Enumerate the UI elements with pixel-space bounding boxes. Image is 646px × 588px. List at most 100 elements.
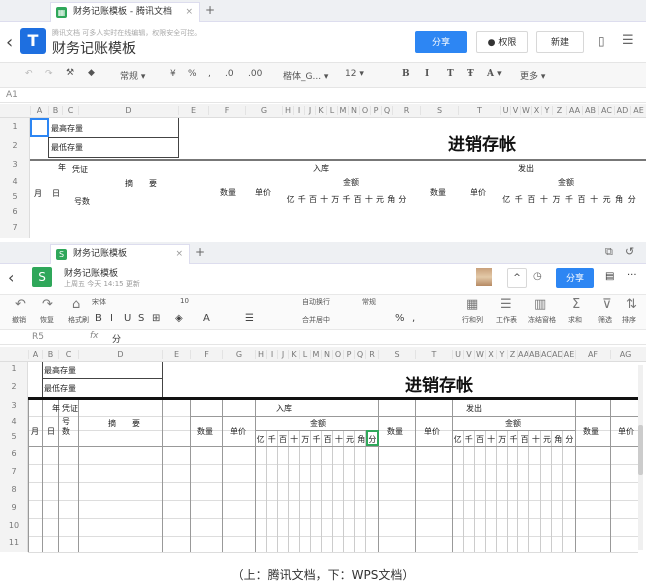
new-button[interactable]: 新建 [536,31,584,53]
restore-icon[interactable]: ↺ [625,245,634,258]
column-header-H[interactable]: H [282,106,293,115]
share-button[interactable]: 分享 [415,31,467,53]
selected-cell[interactable] [30,118,49,137]
font-size-dropdown[interactable]: 12 ▾ [345,69,364,79]
cell-price[interactable]: 单价 [230,426,246,437]
row-header-7[interactable]: 7 [0,223,30,232]
column-header-AB[interactable]: AB [582,106,598,115]
collaborate-icon[interactable]: ▤ [605,271,614,282]
italic-button[interactable]: I [110,313,113,324]
font-color-button[interactable]: A ▾ [487,69,502,79]
column-header-X[interactable]: X [485,349,496,359]
cell-amount[interactable]: 金额 [505,418,521,429]
column-header-F[interactable]: F [208,106,245,115]
cell-year[interactable]: 年 [58,162,66,173]
cell-title[interactable]: 进销存帐 [448,130,516,155]
cell-reference[interactable]: R5 [32,332,44,342]
cell-price[interactable]: 单价 [470,187,486,198]
column-header-V[interactable]: V [510,106,520,115]
cell-year[interactable]: 年 [52,403,60,414]
align-center-button[interactable]: ☰ [245,313,254,324]
tencent-doc-tab[interactable]: ▦ 财务记账模板 - 腾讯文档 × [50,2,200,22]
column-header-S[interactable]: S [420,106,458,115]
collapse-icon[interactable]: ^ [507,268,527,288]
column-header-R[interactable]: R [392,106,420,115]
permission-button[interactable]: ● 权限 [476,31,528,53]
column-header-U[interactable]: U [452,349,463,359]
column-header-M[interactable]: M [310,349,321,359]
column-header-C[interactable]: C [62,106,78,115]
clear-format-icon[interactable]: ◆ [88,68,95,78]
cell-qty[interactable]: 数量 [387,426,403,437]
row-header-7[interactable]: 7 [0,467,28,476]
column-header-E[interactable]: E [162,349,190,359]
filter-icon[interactable]: ⊽ [602,297,612,312]
column-header-R[interactable]: R [365,349,378,359]
column-header-N[interactable]: N [348,106,359,115]
column-header-K[interactable]: K [315,106,326,115]
number-format-dropdown[interactable]: 常规 ▾ [120,69,145,82]
more-icon[interactable]: ··· [627,270,637,281]
vertical-scrollbar[interactable] [638,365,643,550]
font-button[interactable]: 宋体 [92,297,106,307]
window-icon[interactable]: ⧉ [605,245,613,259]
redo-icon[interactable]: ↷ [42,297,53,312]
cell-price[interactable]: 单价 [424,426,440,437]
thousands-button[interactable]: , [208,69,211,79]
column-header-O[interactable]: O [359,106,370,115]
cell-amount[interactable]: 金额 [558,177,574,188]
cell-qty[interactable]: 数量 [220,187,236,198]
history-icon[interactable]: ◷ [533,271,542,282]
column-header-AG[interactable]: AG [610,349,640,359]
wrap-button[interactable]: 自动换行 [302,297,330,307]
column-header-N[interactable]: N [321,349,332,359]
share-button[interactable]: 分享 [556,268,594,288]
function-icon[interactable]: fx [90,331,99,341]
sheet-button[interactable]: 工作表 [496,315,517,325]
text-button[interactable]: T [447,69,454,79]
percent-button[interactable]: % [188,69,197,79]
column-header-S[interactable]: S [378,349,415,359]
row-header-4[interactable]: 4 [0,417,28,426]
tencent-formula-bar[interactable]: A1 [0,89,646,103]
row-header-3[interactable]: 3 [0,160,30,169]
undo-icon[interactable]: ↶ [15,297,26,312]
cell-max-stock[interactable]: 最高存量 [44,365,76,376]
column-header-AE[interactable]: AE [562,349,575,359]
column-header-L[interactable]: L [326,106,337,115]
column-header-G[interactable]: G [245,106,282,115]
sort-icon[interactable]: ⇅ [626,297,637,312]
column-header-D[interactable]: D [78,106,178,115]
column-header-Y[interactable]: Y [541,106,552,115]
cell-in[interactable]: 入库 [276,403,292,414]
cell-amount[interactable]: 金额 [343,177,359,188]
column-header-Q[interactable]: Q [354,349,365,359]
column-header-H[interactable]: H [255,349,266,359]
column-header-M[interactable]: M [337,106,348,115]
filter-button[interactable]: 筛选 [598,315,612,325]
wps-doc-tab[interactable]: S 财务记账模板 × [50,244,190,264]
cell-amount[interactable]: 金额 [310,418,326,429]
cell-qty[interactable]: 数量 [583,426,599,437]
row-header-4[interactable]: 4 [0,177,30,186]
sort-button[interactable]: 排序 [622,315,636,325]
menu-icon[interactable]: ☰ [622,33,634,48]
column-header-P[interactable]: P [343,349,354,359]
row-header-5[interactable]: 5 [0,192,30,201]
close-tab-icon[interactable]: × [185,3,193,21]
cell-month[interactable]: 月 [31,426,39,437]
column-header-U[interactable]: U [500,106,510,115]
row-header-3[interactable]: 3 [0,401,28,410]
cell-voucher[interactable]: 凭证 [62,403,78,414]
currency-button[interactable]: ¥ [170,69,176,79]
row-header-5[interactable]: 5 [0,432,28,441]
sum-icon[interactable]: Σ [572,297,580,312]
bold-button[interactable]: B [95,313,102,324]
table-insert-icon[interactable]: ▦ [466,297,478,312]
mobile-icon[interactable]: ▯ [598,34,605,48]
column-header-I[interactable]: I [293,106,304,115]
column-header-AE[interactable]: AE [630,106,646,115]
cell-voucher[interactable]: 凭证 [72,164,88,175]
column-header-P[interactable]: P [370,106,381,115]
row-header-2[interactable]: 2 [0,141,30,150]
